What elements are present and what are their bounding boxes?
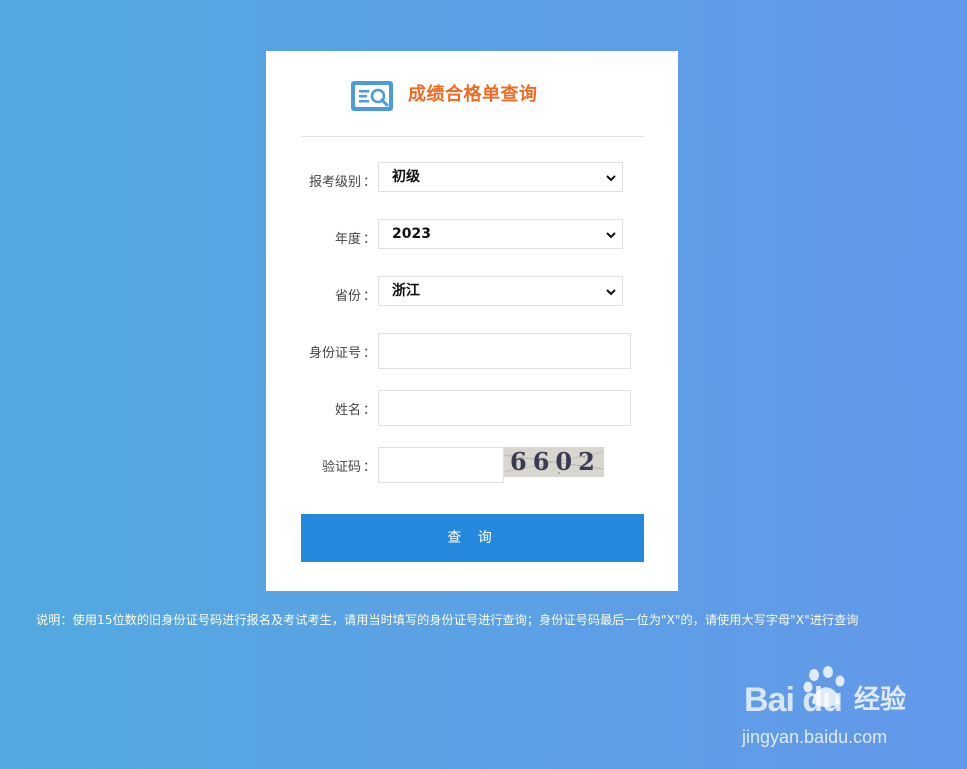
page-title: 成绩合格单查询 bbox=[408, 84, 538, 105]
id-number-input[interactable] bbox=[378, 333, 631, 369]
baidu-watermark: Bai du 经验 jingyan.baidu.com bbox=[742, 662, 932, 752]
query-button[interactable]: 查 询 bbox=[301, 514, 644, 562]
header-divider bbox=[301, 136, 644, 137]
card-header: 成绩合格单查询 bbox=[266, 51, 678, 137]
level-label: 报考级别： bbox=[308, 175, 376, 190]
year-value: 2023 bbox=[392, 226, 431, 242]
captcha-text: 6602 bbox=[510, 447, 601, 476]
watermark-brand: Bai du bbox=[744, 681, 843, 719]
name-label: 姓名： bbox=[334, 403, 376, 418]
captcha-image[interactable]: 6602 bbox=[504, 447, 604, 477]
level-select[interactable]: 初级 bbox=[378, 162, 623, 192]
year-label: 年度： bbox=[334, 232, 376, 247]
chevron-down-icon bbox=[606, 289, 616, 296]
captcha-label: 验证码： bbox=[321, 460, 376, 475]
province-select[interactable]: 浙江 bbox=[378, 276, 623, 306]
year-select[interactable]: 2023 bbox=[378, 219, 623, 249]
captcha-input[interactable] bbox=[378, 447, 504, 483]
query-card: 成绩合格单查询 报考级别： 初级 年度： 2023 省份： 浙江 身份证号： 姓… bbox=[266, 51, 678, 591]
search-document-icon bbox=[351, 81, 393, 111]
chevron-down-icon bbox=[606, 175, 616, 182]
id-number-label: 身份证号： bbox=[308, 346, 376, 361]
province-label: 省份： bbox=[334, 289, 376, 304]
watermark-cn: 经验 bbox=[854, 685, 907, 715]
chevron-down-icon bbox=[606, 232, 616, 239]
instruction-note: 说明：使用15位数的旧身份证号码进行报名及考试考生，请用当时填写的身份证号进行查… bbox=[36, 613, 859, 627]
province-value: 浙江 bbox=[392, 283, 420, 299]
watermark-url: jingyan.baidu.com bbox=[742, 727, 888, 747]
level-value: 初级 bbox=[392, 169, 420, 185]
name-input[interactable] bbox=[378, 390, 631, 426]
